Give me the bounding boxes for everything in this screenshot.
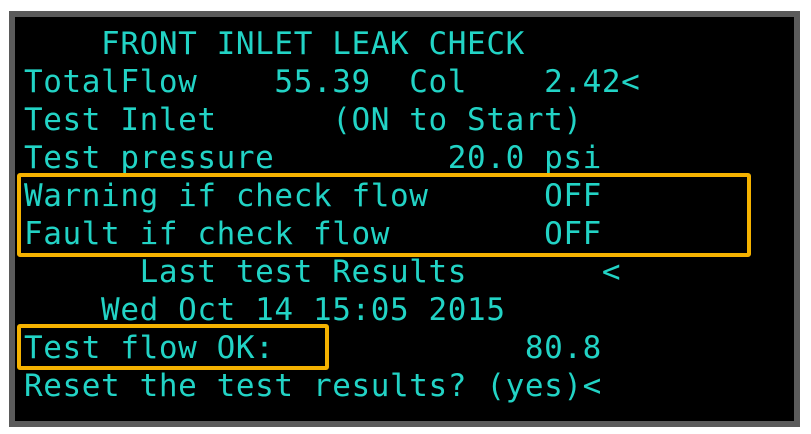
reset-test-results-line[interactable]: Reset the test results? (yes)< bbox=[24, 367, 602, 405]
test-pressure-line[interactable]: Test pressure 20.0 psi bbox=[24, 139, 602, 177]
screenshot-frame: FRONT INLET LEAK CHECK TotalFlow 55.39 C… bbox=[0, 0, 811, 434]
test-flow-ok-highlight bbox=[17, 324, 329, 370]
last-test-results-line[interactable]: Last test Results < bbox=[24, 253, 621, 291]
test-inlet-line[interactable]: Test Inlet (ON to Start) bbox=[24, 101, 583, 139]
screen-title: FRONT INLET LEAK CHECK bbox=[24, 26, 525, 62]
check-flow-settings-highlight bbox=[17, 173, 751, 257]
total-flow-line[interactable]: TotalFlow 55.39 Col 2.42< bbox=[24, 63, 640, 101]
